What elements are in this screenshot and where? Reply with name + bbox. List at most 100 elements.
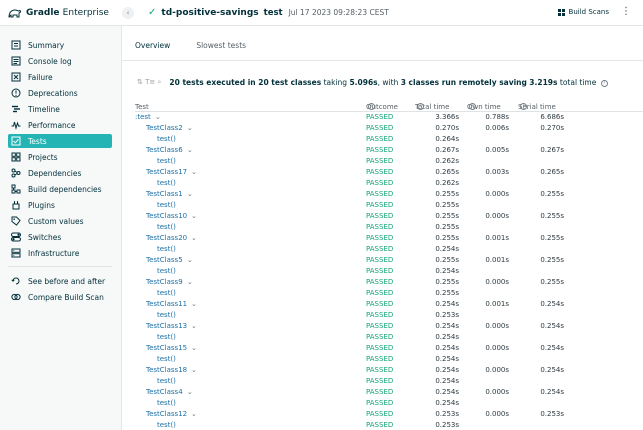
test-method-link[interactable]: test() xyxy=(157,377,176,385)
test-class-link[interactable]: TestClass13 xyxy=(146,322,187,330)
chevron-down-icon[interactable]: ⌄ xyxy=(191,366,197,374)
own-time-value: 0.001s xyxy=(485,234,509,242)
table-row[interactable]: test() PASSED 0.255s xyxy=(0,200,643,211)
table-row[interactable]: test() PASSED 0.254s xyxy=(0,398,643,409)
collapse-sidebar-button[interactable]: ‹ xyxy=(122,6,134,19)
chevron-down-icon[interactable]: ⌄ xyxy=(191,234,197,242)
table-row[interactable]: test() PASSED 0.254s xyxy=(0,266,643,277)
test-class-link[interactable]: TestClass12 xyxy=(146,410,187,418)
chevron-down-icon[interactable]: ⌄ xyxy=(191,322,197,330)
chevron-down-icon[interactable]: ⌄ xyxy=(187,124,193,132)
test-method-link[interactable]: test() xyxy=(157,333,176,341)
search-icon[interactable]: ⌕ xyxy=(158,78,162,86)
table-row[interactable]: TestClass4 ⌄ PASSED 0.254s 0.000s 0.254s xyxy=(0,387,643,398)
chevron-down-icon[interactable]: ⌄ xyxy=(155,113,161,121)
text-filter-icon[interactable]: T≡ xyxy=(145,78,155,86)
test-method-link[interactable]: test() xyxy=(157,201,176,209)
test-class-link[interactable]: TestClass15 xyxy=(146,344,187,352)
test-method-link[interactable]: test() xyxy=(157,355,176,363)
grid-icon xyxy=(557,8,565,16)
test-method-link[interactable]: test() xyxy=(157,267,176,275)
build-scans-button[interactable]: Build Scans xyxy=(557,8,609,16)
table-row[interactable]: TestClass17 ⌄ PASSED 0.265s 0.003s 0.265s xyxy=(0,167,643,178)
chevron-down-icon[interactable]: ⌄ xyxy=(187,256,193,264)
table-row[interactable]: test() PASSED 0.254s xyxy=(0,244,643,255)
test-class-link[interactable]: TestClass1 xyxy=(146,190,183,198)
table-row[interactable]: TestClass9 ⌄ PASSED 0.255s 0.000s 0.255s xyxy=(0,277,643,288)
table-row[interactable]: test() PASSED 0.255s xyxy=(0,288,643,299)
serial-time-value: 0.265s xyxy=(540,168,564,176)
table-row[interactable]: test() PASSED 0.254s xyxy=(0,354,643,365)
help-icon[interactable]: ? xyxy=(368,103,375,110)
test-method-link[interactable]: test() xyxy=(157,399,176,407)
filter-tools[interactable]: ⇅ T≡ ⌕ xyxy=(137,78,161,87)
chevron-down-icon[interactable]: ⌄ xyxy=(191,410,197,418)
table-row[interactable]: TestClass5 ⌄ PASSED 0.255s 0.001s 0.255s xyxy=(0,255,643,266)
table-row[interactable]: test() PASSED 0.253s xyxy=(0,310,643,321)
chevron-down-icon[interactable]: ⌄ xyxy=(191,168,197,176)
test-method-link[interactable]: test() xyxy=(157,135,176,143)
test-class-link[interactable]: TestClass2 xyxy=(146,124,183,132)
more-menu-icon[interactable]: ⋮ xyxy=(621,6,631,17)
total-time-value: 0.254s xyxy=(435,344,459,352)
table-row[interactable]: TestClass1 ⌄ PASSED 0.255s 0.000s 0.255s xyxy=(0,189,643,200)
sidebar-item-deprecations[interactable]: Deprecations xyxy=(8,86,112,100)
test-class-link[interactable]: TestClass11 xyxy=(146,300,187,308)
test-task-link[interactable]: :test xyxy=(135,113,151,121)
table-row[interactable]: TestClass15 ⌄ PASSED 0.254s 0.000s 0.254s xyxy=(0,343,643,354)
test-class-link[interactable]: TestClass20 xyxy=(146,234,187,242)
chevron-down-icon[interactable]: ⌄ xyxy=(187,190,193,198)
table-row[interactable]: TestClass2 ⌄ PASSED 0.270s 0.006s 0.270s xyxy=(0,123,643,134)
table-row[interactable]: test() PASSED 0.264s xyxy=(0,134,643,145)
test-method-link[interactable]: test() xyxy=(157,223,176,231)
test-method-link[interactable]: test() xyxy=(157,289,176,297)
test-class-link[interactable]: TestClass9 xyxy=(146,278,183,286)
chevron-down-icon[interactable]: ⌄ xyxy=(191,212,197,220)
table-row[interactable]: TestClass18 ⌄ PASSED 0.254s 0.000s 0.254s xyxy=(0,365,643,376)
sidebar-item-console-log[interactable]: Console log xyxy=(8,54,112,68)
test-class-link[interactable]: TestClass10 xyxy=(146,212,187,220)
gradle-elephant-logo xyxy=(8,8,22,18)
tab-slowest-tests[interactable]: Slowest tests xyxy=(196,41,246,50)
help-icon[interactable]: ? xyxy=(600,79,608,87)
table-row[interactable]: :test ⌄ PASSED 3.366s 0.788s 6.686s xyxy=(0,112,643,123)
chevron-down-icon[interactable]: ⌄ xyxy=(191,300,197,308)
table-row[interactable]: TestClass11 ⌄ PASSED 0.254s 0.001s 0.254s xyxy=(0,299,643,310)
sidebar-item-label: Failure xyxy=(28,72,53,82)
help-icon[interactable]: ? xyxy=(417,103,424,110)
table-row[interactable]: TestClass12 ⌄ PASSED 0.253s 0.000s 0.253s xyxy=(0,409,643,420)
test-class-link[interactable]: TestClass4 xyxy=(146,388,183,396)
table-row[interactable]: test() PASSED 0.254s xyxy=(0,376,643,387)
table-row[interactable]: TestClass10 ⌄ PASSED 0.255s 0.000s 0.255s xyxy=(0,211,643,222)
table-row[interactable]: test() PASSED 0.255s xyxy=(0,222,643,233)
test-class-link[interactable]: TestClass6 xyxy=(146,146,183,154)
tab-overview[interactable]: Overview xyxy=(135,41,170,50)
table-row[interactable]: test() PASSED 0.253s xyxy=(0,420,643,430)
table-row[interactable]: test() PASSED 0.262s xyxy=(0,178,643,189)
table-row[interactable]: TestClass13 ⌄ PASSED 0.254s 0.000s 0.254s xyxy=(0,321,643,332)
help-icon[interactable]: ? xyxy=(469,103,476,110)
test-method-link[interactable]: test() xyxy=(157,179,176,187)
test-method-link[interactable]: test() xyxy=(157,157,176,165)
outcome-status: PASSED xyxy=(366,344,394,352)
test-method-link[interactable]: test() xyxy=(157,421,176,429)
table-row[interactable]: test() PASSED 0.254s xyxy=(0,332,643,343)
total-time-value: 0.265s xyxy=(435,168,459,176)
sidebar-item-summary[interactable]: Summary xyxy=(8,38,112,52)
brand[interactable]: Gradle Enterprise xyxy=(0,0,122,26)
chevron-down-icon[interactable]: ⌄ xyxy=(187,388,193,396)
test-class-link[interactable]: TestClass17 xyxy=(146,168,187,176)
test-method-link[interactable]: test() xyxy=(157,245,176,253)
chevron-down-icon[interactable]: ⌄ xyxy=(187,146,193,154)
table-row[interactable]: test() PASSED 0.262s xyxy=(0,156,643,167)
table-row[interactable]: TestClass6 ⌄ PASSED 0.267s 0.005s 0.267s xyxy=(0,145,643,156)
sidebar-item-failure[interactable]: Failure xyxy=(8,70,112,84)
test-class-link[interactable]: TestClass18 xyxy=(146,366,187,374)
sort-icon[interactable]: ⇅ xyxy=(137,78,143,86)
help-icon[interactable]: ? xyxy=(520,103,527,110)
table-row[interactable]: TestClass20 ⌄ PASSED 0.255s 0.001s 0.255s xyxy=(0,233,643,244)
test-class-link[interactable]: TestClass5 xyxy=(146,256,183,264)
test-method-link[interactable]: test() xyxy=(157,311,176,319)
chevron-down-icon[interactable]: ⌄ xyxy=(187,278,193,286)
chevron-down-icon[interactable]: ⌄ xyxy=(191,344,197,352)
